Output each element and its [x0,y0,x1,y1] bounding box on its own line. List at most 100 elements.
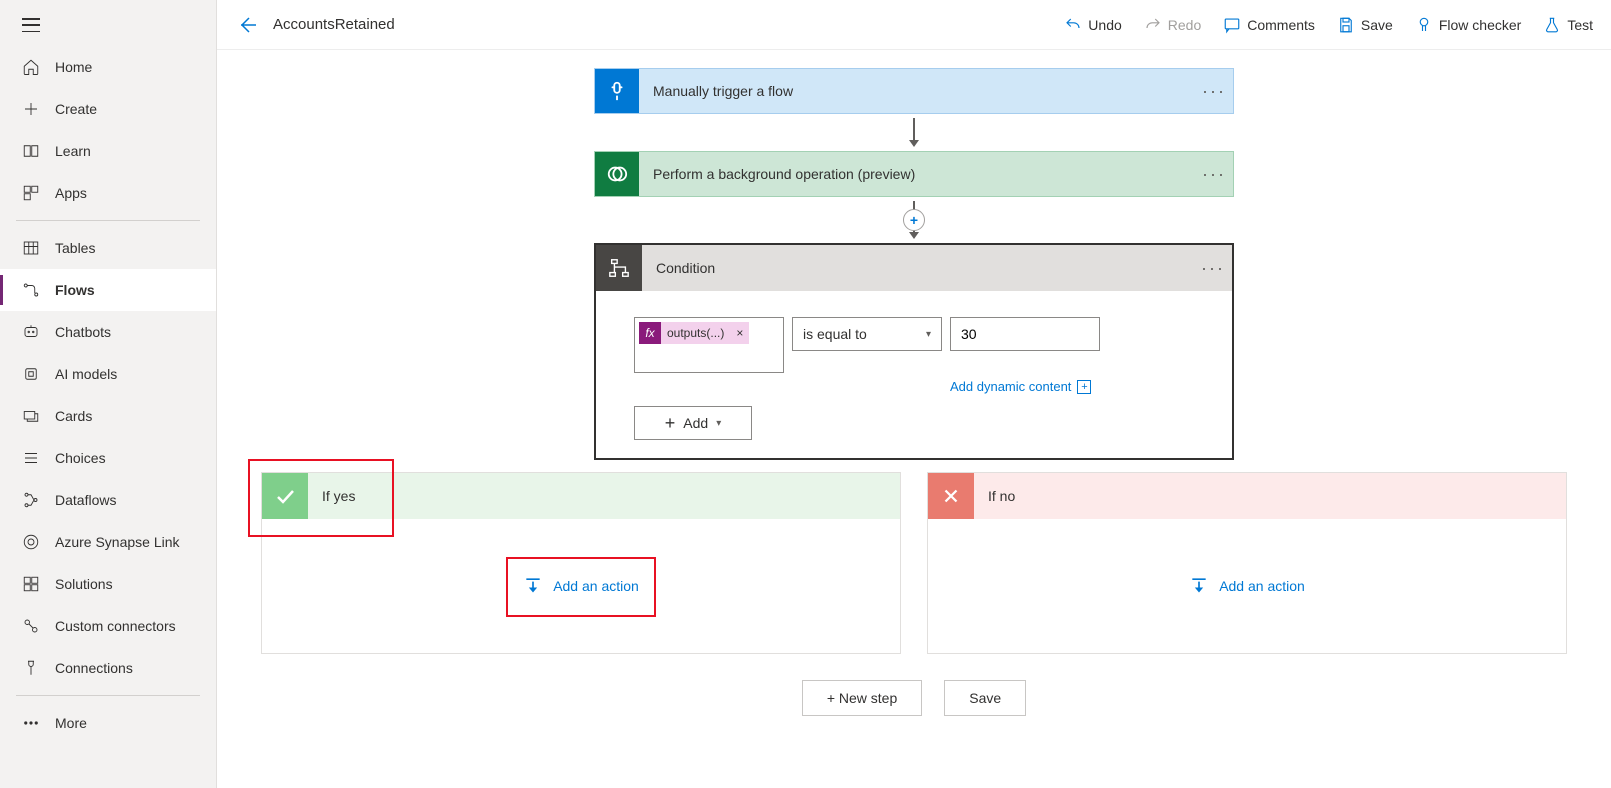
undo-button[interactable]: Undo [1064,16,1121,34]
test-button[interactable]: Test [1543,16,1593,34]
book-icon [22,142,40,160]
home-icon [22,58,40,76]
expression-token[interactable]: fx outputs(...) × [639,322,749,344]
sidebar-item-label: Apps [55,185,87,201]
add-condition-button[interactable]: + Add ▾ [634,406,752,440]
hamburger-button[interactable] [0,0,216,46]
save-button[interactable]: Save [1337,16,1393,34]
flow-icon [22,281,40,299]
new-step-button[interactable]: + New step [802,680,922,716]
add-action-yes[interactable]: Add an action [523,575,639,598]
add-action-icon [1189,575,1209,598]
sidebar-item-flows[interactable]: Flows [0,269,216,311]
flow-checker-button[interactable]: Flow checker [1415,16,1521,34]
sidebar-item-cards[interactable]: Cards [0,395,216,437]
sidebar-item-connections[interactable]: Connections [0,647,216,689]
redo-button: Redo [1144,16,1201,34]
trigger-card[interactable]: Manually trigger a flow ··· [594,68,1234,114]
hamburger-icon [22,18,40,32]
add-label: Add [683,415,708,431]
sidebar-item-aimodels[interactable]: AI models [0,353,216,395]
sidebar-item-solutions[interactable]: Solutions [0,563,216,605]
branch-no-header[interactable]: If no [928,473,1566,519]
sidebar-item-label: Flows [55,282,95,298]
condition-header[interactable]: Condition ··· [596,245,1232,291]
condition-value-input[interactable] [950,317,1100,351]
add-action-no[interactable]: Add an action [1189,575,1305,598]
sidebar-item-chatbots[interactable]: Chatbots [0,311,216,353]
sidebar-item-more[interactable]: More [0,702,216,744]
background-op-icon [595,152,639,196]
branch-yes-title: If yes [308,488,355,504]
sidebar-item-choices[interactable]: Choices [0,437,216,479]
branch-yes: If yes Add an action [261,472,901,654]
dataflows-icon [22,491,40,509]
choices-icon [22,449,40,467]
table-icon [22,239,40,257]
branches: If yes Add an action [217,472,1611,654]
branch-no-title: If no [974,488,1015,504]
plus-icon [22,100,40,118]
back-button[interactable] [235,13,259,37]
branch-no: If no Add an action [927,472,1567,654]
token-remove-icon[interactable]: × [730,323,749,343]
sidebar-item-label: Custom connectors [55,618,176,634]
trigger-more-icon[interactable]: ··· [1195,81,1233,102]
sidebar-item-synapse[interactable]: Azure Synapse Link [0,521,216,563]
condition-icon [596,245,642,291]
sidebar-item-label: Chatbots [55,324,111,340]
test-label: Test [1567,17,1593,33]
comments-button[interactable]: Comments [1223,16,1315,34]
solutions-icon [22,575,40,593]
sidebar-item-apps[interactable]: Apps [0,172,216,214]
sidebar-item-home[interactable]: Home [0,46,216,88]
topbar: AccountsRetained Undo Redo Comments Save [217,0,1611,50]
sidebar-item-connectors[interactable]: Custom connectors [0,605,216,647]
sidebar-item-label: Connections [55,660,133,676]
branch-yes-header[interactable]: If yes [262,473,900,519]
sidebar-item-tables[interactable]: Tables [0,227,216,269]
x-icon [928,473,974,519]
condition-more-icon[interactable]: ··· [1194,258,1232,279]
save-flow-button[interactable]: Save [944,680,1026,716]
dynamic-content-icon: + [1077,380,1091,394]
connections-icon [22,659,40,677]
apps-icon [22,184,40,202]
canvas[interactable]: Manually trigger a flow ··· Perform a ba… [217,50,1611,788]
sidebar-item-dataflows[interactable]: Dataflows [0,479,216,521]
trigger-icon [595,69,639,113]
add-dynamic-content-link[interactable]: Add dynamic content + [950,379,1091,394]
connector [909,114,919,151]
nav-list: Home CreateLearn Apps Tables Flows Chatbots AI… [0,46,216,744]
more-icon [22,714,40,732]
condition-card[interactable]: Condition ··· fx outputs(...) × [594,243,1234,460]
dynamic-content-label: Add dynamic content [950,379,1071,394]
connector: + [909,197,919,243]
top-actions: Undo Redo Comments Save Flow checker [1064,16,1593,34]
check-icon [262,473,308,519]
background-op-card[interactable]: Perform a background operation (preview)… [594,151,1234,197]
background-op-more-icon[interactable]: ··· [1195,164,1233,185]
comments-label: Comments [1247,17,1315,33]
sidebar-item-create[interactable]: Create [0,88,216,130]
main: AccountsRetained Undo Redo Comments Save [217,0,1611,788]
sidebar-item-label: Azure Synapse Link [55,534,180,550]
connectors-icon [22,617,40,635]
undo-label: Undo [1088,17,1121,33]
sidebar-item-label: AI models [55,366,117,382]
sidebar-item-label: Cards [55,408,92,424]
condition-operator-select[interactable]: is equal to ▾ [792,317,942,351]
ai-icon [22,365,40,383]
insert-step-button[interactable]: + [903,209,925,231]
flow-title: AccountsRetained [273,16,1064,33]
flow-checker-label: Flow checker [1439,17,1521,33]
condition-left-operand[interactable]: fx outputs(...) × [634,317,784,373]
chevron-down-icon: ▾ [926,329,931,340]
sidebar-item-label: Home [55,59,92,75]
trigger-title: Manually trigger a flow [639,83,1195,99]
condition-body: fx outputs(...) × is equal to ▾ [596,291,1232,458]
sidebar-item-label: Tables [55,240,95,256]
fx-icon: fx [639,322,661,344]
sidebar: Home CreateLearn Apps Tables Flows Chatbots AI… [0,0,217,788]
sidebar-item-learn[interactable]: Learn [0,130,216,172]
